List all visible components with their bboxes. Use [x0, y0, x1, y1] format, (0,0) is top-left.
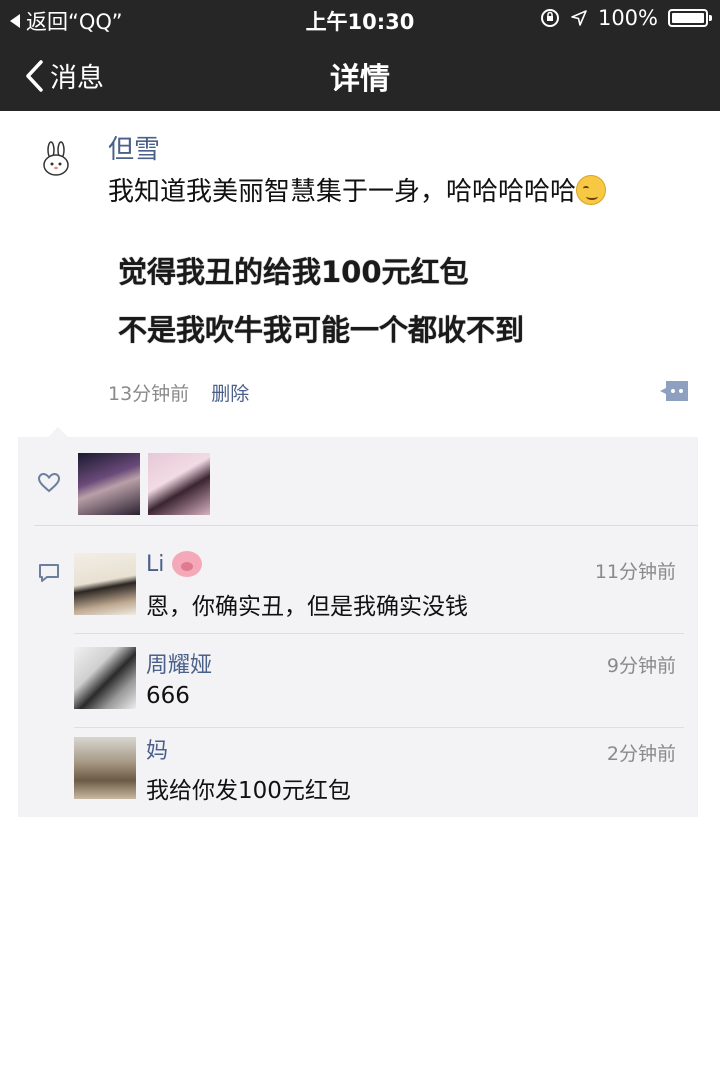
commenter-avatar[interactable]	[74, 553, 136, 615]
comment-more-icon[interactable]	[658, 379, 690, 403]
comment-text: 666	[146, 683, 190, 709]
battery-icon	[668, 9, 712, 27]
divider	[74, 633, 684, 634]
delete-button[interactable]: 删除	[211, 379, 249, 406]
post-image-line2: 不是我吹牛我可能一个都收不到	[118, 313, 525, 347]
comment-text: 我给你发100元红包	[146, 778, 351, 804]
commenter-name-text: 周耀娅	[146, 653, 213, 678]
post-time: 13分钟前	[108, 383, 190, 405]
author-avatar[interactable]	[38, 141, 74, 177]
divider	[34, 525, 698, 526]
commenter-avatar[interactable]	[74, 647, 136, 709]
comment-time: 9分钟前	[606, 655, 676, 677]
commenter-avatar[interactable]	[74, 737, 136, 799]
post-author[interactable]: 但雪	[108, 129, 160, 166]
post-text-content: 我知道我美丽智慧集于一身，哈哈哈哈哈	[108, 177, 577, 207]
comment-time: 2分钟前	[606, 743, 676, 765]
commenter-name[interactable]: 妈	[146, 733, 168, 765]
interaction-panel: Li 11分钟前 恩，你确实丑，但是我确实没钱 周耀娅 9分钟前 666 妈 2…	[18, 427, 698, 817]
post-image-line1: 觉得我丑的给我100元红包	[118, 255, 469, 289]
comment-item[interactable]: 妈 2分钟前 我给你发100元红包	[74, 737, 684, 807]
smirk-emoji-icon	[576, 175, 607, 205]
commenter-name[interactable]: Li	[146, 551, 203, 577]
comment-item[interactable]: 周耀娅 9分钟前 666	[74, 647, 684, 728]
commenter-name-text: 妈	[146, 739, 169, 764]
liker-avatar[interactable]	[148, 453, 210, 515]
status-bar: 返回“QQ” 上午10:30 100%	[0, 0, 720, 36]
rotation-lock-icon	[540, 9, 559, 27]
commenter-name-text: Li	[146, 551, 165, 577]
nav-bar: 消息 详情	[0, 36, 720, 111]
pig-emoji-icon	[172, 551, 203, 577]
page-title: 详情	[330, 62, 390, 97]
commenter-name[interactable]: 周耀娅	[146, 647, 212, 679]
battery-percent: 100%	[597, 6, 658, 30]
comment-time: 11分钟前	[594, 561, 676, 583]
likes-row	[18, 437, 698, 525]
location-arrow-icon	[571, 10, 587, 26]
comment-text: 恩，你确实丑，但是我确实没钱	[146, 594, 468, 620]
heart-icon	[38, 473, 60, 493]
liker-avatar[interactable]	[78, 453, 140, 515]
divider	[74, 727, 684, 728]
post-text: 我知道我美丽智慧集于一身，哈哈哈哈哈	[108, 171, 607, 208]
comment-icon	[39, 564, 59, 582]
comment-item[interactable]: Li 11分钟前 恩，你确实丑，但是我确实没钱	[74, 551, 684, 634]
